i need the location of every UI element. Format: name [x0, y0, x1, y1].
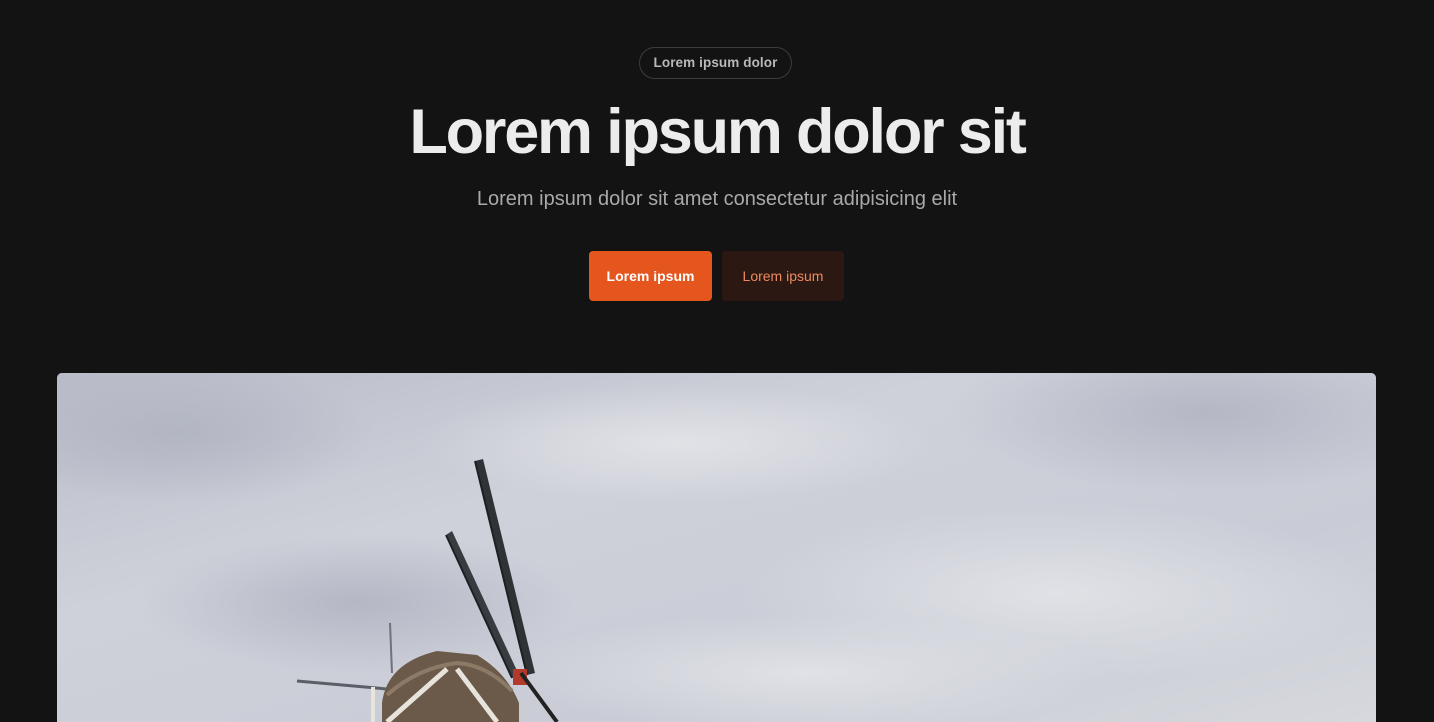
hero-badge: Lorem ipsum dolor [639, 47, 792, 79]
primary-cta-button[interactable]: Lorem ipsum [589, 251, 712, 301]
hero-image [57, 373, 1376, 722]
hero-title: Lorem ipsum dolor sit [409, 97, 1027, 167]
hero-section: Lorem ipsum dolor Lorem ipsum dolor sit … [0, 0, 1434, 340]
hero-subtitle: Lorem ipsum dolor sit amet consectetur a… [476, 188, 958, 210]
secondary-cta-button[interactable]: Lorem ipsum [722, 251, 844, 301]
windmill-photo [57, 373, 1376, 722]
